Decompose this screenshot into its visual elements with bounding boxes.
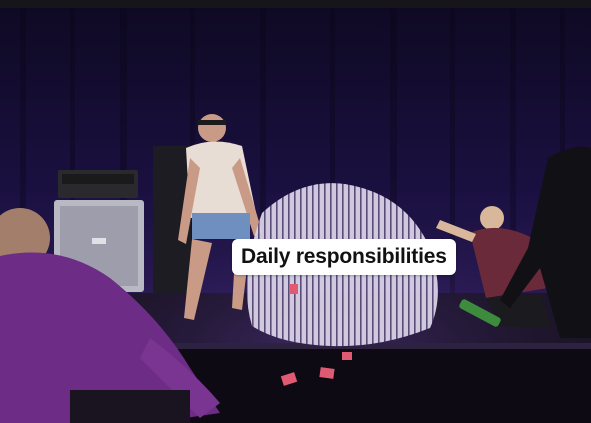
stage-scene [0,8,591,423]
caption-label: Daily responsibilities [232,239,456,275]
video-frame: Daily responsibilities [0,0,591,423]
top-bar [0,0,591,8]
